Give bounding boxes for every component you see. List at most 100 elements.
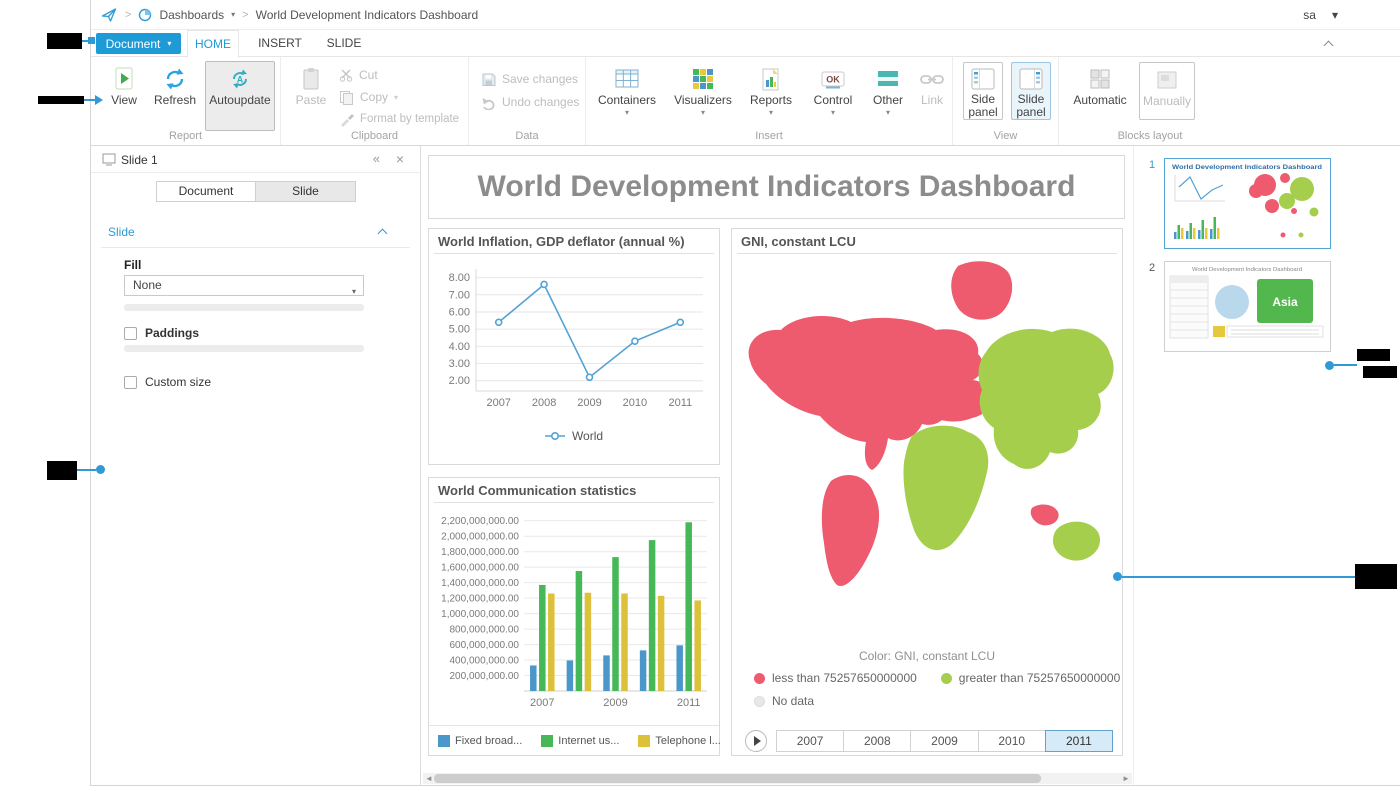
dashboards-caret-icon[interactable]: ▾ [231,10,235,19]
slide-section-header[interactable]: Slide [108,225,135,239]
bar-legend-item: Fixed broad... [438,735,522,747]
legend-item-less: less than 75257650000000 [754,671,917,685]
map-region-southeast-asia [1031,505,1059,526]
format-by-template-label: Format by template [360,113,459,125]
map-region-australia [1053,522,1100,561]
year-button-2011[interactable]: 2011 [1045,730,1113,752]
scroll-right-icon[interactable]: ► [1120,773,1132,784]
legend-dot-less [754,673,765,684]
bar-legend-item: Internet us... [541,735,619,747]
ribbon: View Refresh [91,57,1400,146]
annotation-dot [96,465,105,474]
visualizers-icon [691,64,715,94]
svg-text:2.00: 2.00 [449,375,470,387]
manually-label: Manually [1143,95,1191,108]
save-changes-button[interactable]: Save changes [481,69,578,89]
user-caret-icon[interactable]: ▾ [1332,8,1338,22]
year-button-2007[interactable]: 2007 [776,730,844,752]
containers-button[interactable]: Containers ▾ [599,62,655,128]
slides-panel: 1 World Development Indicators Dashboard [1135,146,1400,785]
dashboard-title-panel[interactable]: World Development Indicators Dashboard [428,155,1125,219]
custom-size-row: Custom size [124,375,211,389]
slide-1-thumbnail[interactable]: World Development Indicators Dashboard [1164,158,1331,249]
document-menu-button[interactable]: Document ▾ [96,33,181,54]
fill-select[interactable]: None ▾ [124,275,364,296]
annotation-connector [1334,364,1357,366]
copy-caret-icon: ▾ [394,93,398,102]
autoupdate-button[interactable]: A Autoupdate [205,61,275,131]
year-button-2009[interactable]: 2009 [910,730,978,752]
inflation-line-chart-panel[interactable]: World Inflation, GDP deflator (annual %)… [428,228,720,465]
paddings-checkbox[interactable] [124,327,137,340]
tab-slide[interactable]: SLIDE [319,30,369,57]
control-ok-icon: OK [820,64,846,94]
side-panel-icon [970,65,996,93]
year-button-2010[interactable]: 2010 [978,730,1046,752]
canvas-horizontal-scrollbar[interactable]: ◄ ► [423,773,1132,784]
legend-label: Fixed broad... [455,735,522,747]
svg-text:3.00: 3.00 [449,358,470,370]
breadcrumb-dashboards[interactable]: Dashboards [159,8,224,22]
close-panel-icon[interactable]: × [396,151,404,167]
section-collapse-icon[interactable] [378,229,388,239]
breadcrumb: > Dashboards ▾ > World Development Indic… [91,0,1400,30]
refresh-button[interactable]: Refresh [149,62,201,128]
svg-text:800,000,000.00: 800,000,000.00 [449,625,519,636]
other-icon [876,64,900,94]
line-chart-legend: World [429,429,719,443]
map-region-greenland [951,261,1012,319]
slide-2-number: 2 [1149,262,1155,274]
cut-icon [339,68,353,82]
annotation-connector [1122,576,1355,578]
containers-caret-icon: ▾ [625,109,629,117]
paste-button[interactable]: Paste [289,62,333,128]
gni-map-panel[interactable]: GNI, constant LCU Color: GNI, constant L… [731,228,1123,756]
undo-changes-label: Undo changes [502,95,579,109]
year-button-2008[interactable]: 2008 [843,730,911,752]
reports-button[interactable]: Reports ▾ [745,62,797,128]
user-menu[interactable]: sa ▾ [1303,0,1338,30]
communication-bar-chart-panel[interactable]: World Communication statistics 2,200,000… [428,477,720,756]
cut-button[interactable]: Cut [339,65,378,85]
play-button[interactable] [745,730,767,752]
app-logo-icon[interactable] [101,7,118,23]
svg-text:World Development Indicators D: World Development Indicators Dashboard [1192,267,1302,273]
undo-changes-button[interactable]: Undo changes [481,92,579,112]
svg-text:1,800,000,000.00: 1,800,000,000.00 [441,547,519,558]
tab-home[interactable]: HOME [187,30,239,58]
custom-size-checkbox[interactable] [124,376,137,389]
world-map[interactable] [736,256,1120,646]
view-button[interactable]: View [101,62,147,128]
other-button[interactable]: Other ▾ [867,62,909,128]
map-legend: less than 75257650000000 greater than 75… [754,671,1120,717]
username[interactable]: sa [1303,8,1316,22]
automatic-icon [1088,64,1112,94]
manually-button[interactable]: Manually [1139,62,1195,120]
collapse-panel-icon[interactable]: « [373,151,380,166]
control-caret-icon: ▾ [831,109,835,117]
side-panel-button[interactable]: Side panel [963,62,1003,120]
svg-text:2007: 2007 [486,397,510,409]
visualizers-button[interactable]: Visualizers ▾ [673,62,733,128]
legend-swatch [438,735,450,747]
sidebar-tab-document[interactable]: Document [156,181,256,202]
annotation-connector [84,99,95,101]
redaction-box-slides-2 [1363,366,1397,378]
ribbon-group-report: View Refresh [91,57,281,145]
tab-insert[interactable]: INSERT [251,30,309,57]
sidebar-tab-slide[interactable]: Slide [256,181,356,202]
dashboard-title: World Development Indicators Dashboard [478,170,1076,204]
slide-2-thumbnail[interactable]: World Development Indicators Dashboard A… [1164,261,1331,352]
format-by-template-button[interactable]: Format by template [339,109,459,129]
control-button[interactable]: OK Control ▾ [809,62,857,128]
collapse-ribbon-icon[interactable] [1324,41,1334,51]
line-series-marker-icon [545,431,565,441]
automatic-button[interactable]: Automatic [1073,62,1127,128]
svg-text:5.00: 5.00 [449,324,470,336]
slide-panel-button[interactable]: Slide panel [1011,62,1051,120]
legend-label-less: less than 75257650000000 [772,671,917,685]
copy-button[interactable]: Copy ▾ [339,87,398,107]
scrollbar-thumb[interactable] [434,774,1041,783]
ribbon-tab-row: Document ▾ HOME INSERT SLIDE [91,30,1400,57]
link-button[interactable]: Link [915,62,949,128]
